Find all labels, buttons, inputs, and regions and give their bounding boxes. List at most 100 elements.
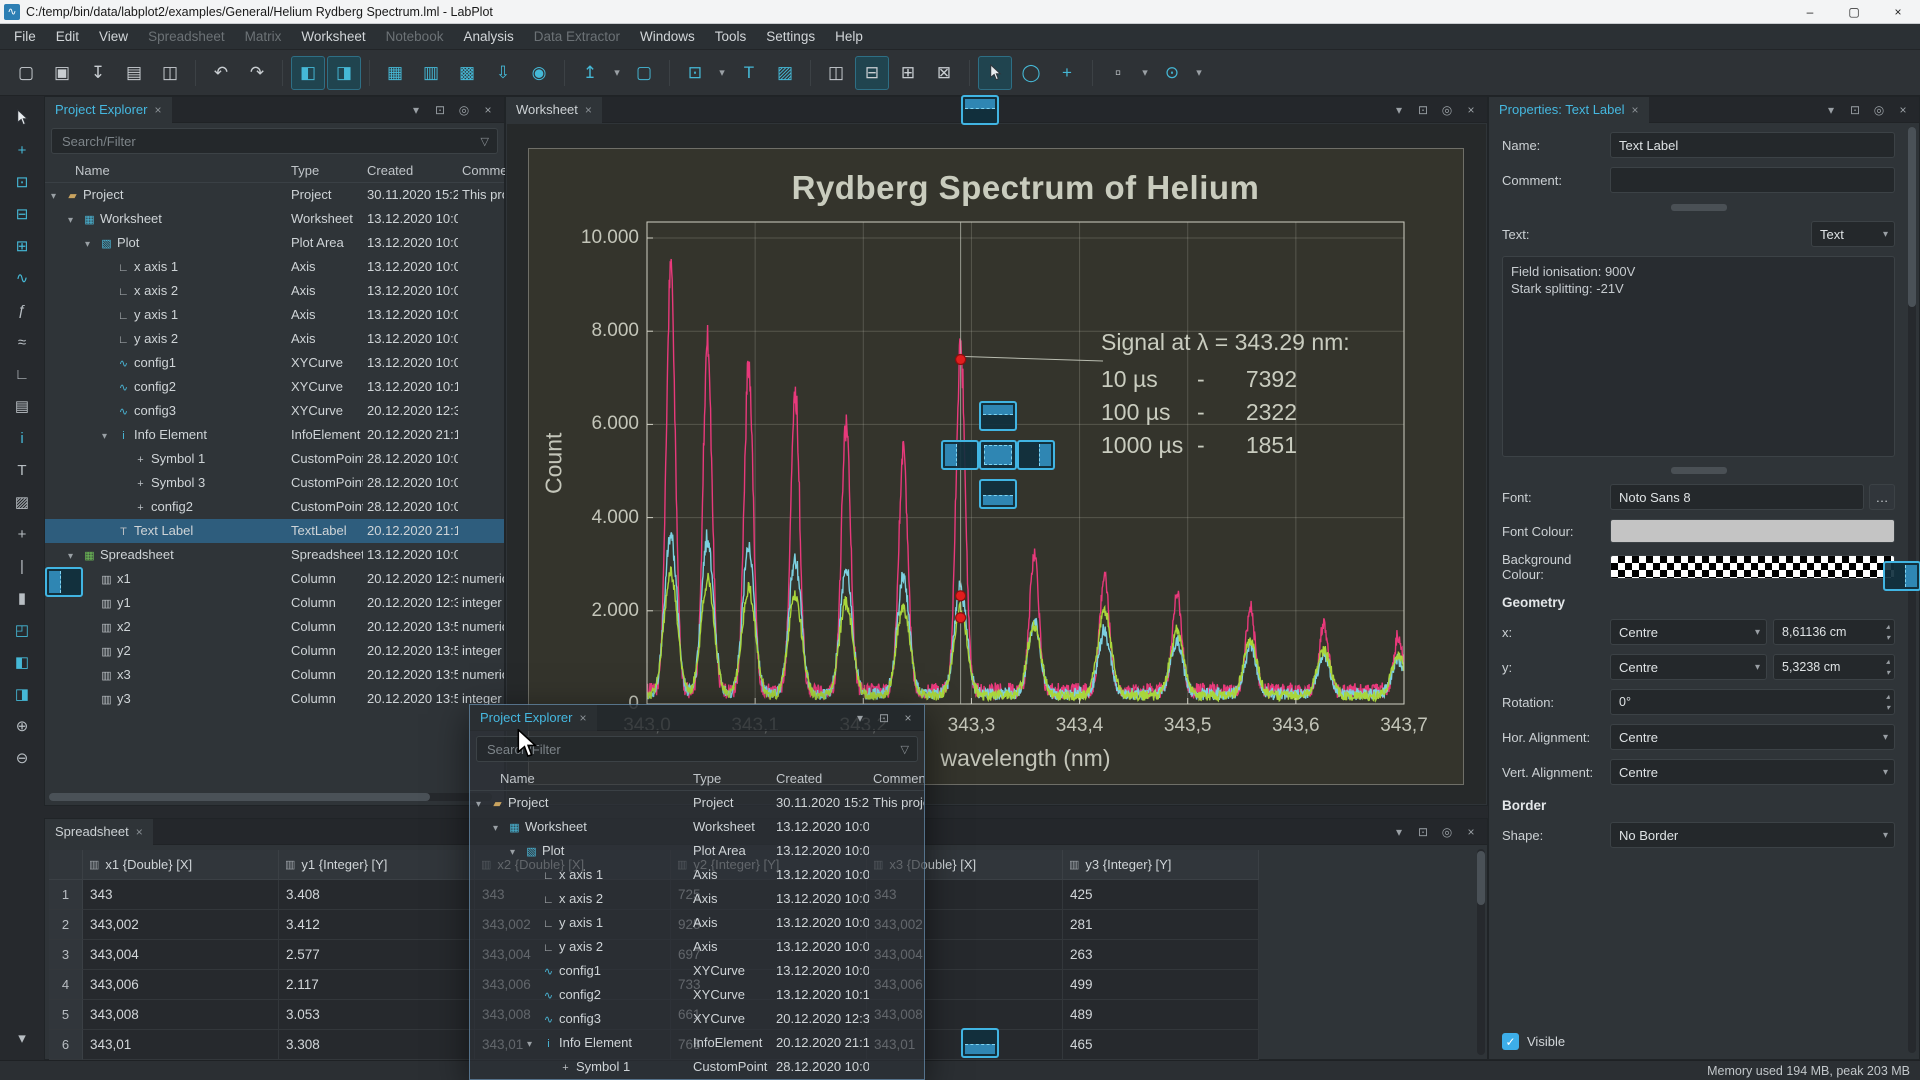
tree-row-x1[interactable]: ▥x1Column20.12.2020 12:39numerical [45, 567, 504, 591]
visible-checkbox[interactable]: ✓ [1502, 1033, 1519, 1050]
float-icon[interactable]: ⊡ [1415, 825, 1431, 839]
expander-open-icon[interactable]: ▾ [493, 817, 506, 839]
float-icon[interactable]: ⊡ [432, 103, 448, 117]
table-cell[interactable]: 499 [1063, 970, 1259, 1000]
table-cell[interactable]: 465 [1063, 1030, 1259, 1060]
navigate-mode[interactable]: ◯ [1014, 56, 1048, 90]
table-cell[interactable]: 343,002 [83, 910, 279, 940]
tree-row-x3[interactable]: ▥x3Column20.12.2020 13:56numerical [45, 663, 504, 687]
add-reference-range-tool[interactable]: ▮ [8, 584, 36, 612]
dock-menu-icon[interactable]: ▾ [1391, 825, 1407, 839]
zoom-x-select-tool[interactable]: ⊟ [8, 200, 36, 228]
filter-icon[interactable]: ▽ [901, 743, 909, 756]
dock-indicator-bottom[interactable] [979, 479, 1017, 509]
dock-menu-icon[interactable]: ▾ [852, 711, 868, 725]
grid-layout[interactable]: ⊞ [891, 56, 925, 90]
dock-close-icon[interactable]: × [1463, 825, 1479, 839]
dock-indicator-outer-top[interactable] [961, 95, 999, 125]
column-header-x1[interactable]: ▥x1 {Double} [X] [83, 850, 279, 880]
horizontal-layout[interactable]: ⊟ [855, 56, 889, 90]
table-cell[interactable]: 343 [83, 880, 279, 910]
rotation-spinbox[interactable]: 0° ▴▾ [1610, 689, 1895, 715]
add-reference-line-tool[interactable]: | [8, 552, 36, 580]
spin-arrows-icon[interactable]: ▴▾ [1886, 621, 1890, 643]
float-icon[interactable]: ⊡ [1415, 103, 1431, 117]
more-tools[interactable]: ▾ [8, 1024, 36, 1052]
tree-row-project[interactable]: ▾▰ProjectProject30.11.2020 15:23This pro… [470, 791, 924, 815]
menu-edit[interactable]: Edit [46, 29, 89, 44]
tree-row-plot[interactable]: ▾▧PlotPlot Area13.12.2020 10:01 [45, 231, 504, 255]
scrollbar-thumb[interactable] [49, 793, 430, 801]
float-icon[interactable]: ⊡ [876, 711, 892, 725]
column-header-type[interactable]: Type [291, 159, 319, 183]
dock-menu-icon[interactable]: ▾ [1391, 103, 1407, 117]
tree-row-y1[interactable]: ▥y1Column20.12.2020 12:39integer da [45, 591, 504, 615]
selection-options[interactable]: ▾ [1137, 56, 1153, 90]
column-header-created[interactable]: Created [776, 767, 822, 791]
tab-properties[interactable]: Properties: Text Label × [1489, 97, 1649, 123]
tree-row-y-axis-2[interactable]: ∟y axis 2Axis13.12.2020 10:01 [45, 327, 504, 351]
dock-indicator-outer-left[interactable] [45, 567, 83, 597]
table-cell[interactable]: 425 [1063, 880, 1259, 910]
tree-row-x-axis-1[interactable]: ∟x axis 1Axis13.12.2020 10:01 [45, 255, 504, 279]
add-text-label-tool[interactable]: T [8, 456, 36, 484]
x-position-select[interactable]: Centre ▾ [1610, 619, 1767, 645]
add-image-tool[interactable]: ▨ [8, 488, 36, 516]
tree-row-y2[interactable]: ▥y2Column20.12.2020 13:55integer da [45, 639, 504, 663]
select-mode[interactable] [978, 56, 1012, 90]
splitter-handle[interactable] [1671, 204, 1727, 211]
tree-row-y-axis-2[interactable]: ∟y axis 2Axis13.12.2020 10:01 [470, 935, 924, 959]
add-custom-point-tool[interactable]: + [8, 520, 36, 548]
minimize-button[interactable]: – [1788, 0, 1832, 23]
spin-arrows-icon[interactable]: ▴▾ [1886, 656, 1890, 678]
tree-row-config3[interactable]: ∿config3XYCurve20.12.2020 12:39 [45, 399, 504, 423]
dock-indicator-outer-right[interactable] [1883, 561, 1920, 591]
dock-indicator-right[interactable] [1017, 440, 1055, 470]
splitter-handle[interactable] [1671, 467, 1727, 474]
pin-icon[interactable]: ◎ [1439, 103, 1455, 117]
data-extractor[interactable]: ◉ [522, 56, 556, 90]
y-value-spinbox[interactable]: 5,3238 cm ▴▾ [1773, 654, 1895, 680]
open-project[interactable]: ▣ [45, 56, 79, 90]
table-cell[interactable]: 343,01 [83, 1030, 279, 1060]
table-cell[interactable]: 281 [1063, 910, 1259, 940]
table-cell[interactable]: 343,004 [83, 940, 279, 970]
dock-indicator-left[interactable] [941, 440, 979, 470]
dock-menu-icon[interactable]: ▾ [408, 103, 424, 117]
tree-row-config3[interactable]: ∿config3XYCurve20.12.2020 12:39 [470, 1007, 924, 1031]
pin-icon[interactable]: ◎ [456, 103, 472, 117]
tree-row-x-axis-1[interactable]: ∟x axis 1Axis13.12.2020 10:01 [470, 863, 924, 887]
toggle-properties-explorer[interactable]: ◨ [327, 56, 361, 90]
table-cell[interactable]: 263 [1063, 940, 1259, 970]
crosshair-tool[interactable]: + [8, 136, 36, 164]
zoom-options[interactable]: ▾ [714, 56, 730, 90]
new-spreadsheet[interactable]: ▥ [414, 56, 448, 90]
close-button[interactable]: × [1876, 0, 1920, 23]
zoom-in-tool[interactable]: ⊕ [8, 712, 36, 740]
redo[interactable]: ↷ [240, 56, 274, 90]
select-tool[interactable] [8, 104, 36, 132]
add-legend-tool[interactable]: ▤ [8, 392, 36, 420]
menu-worksheet[interactable]: Worksheet [291, 29, 375, 44]
tree-row-symbol-1[interactable]: +Symbol 1CustomPoint28.12.2020 10:06 [45, 447, 504, 471]
pin-icon[interactable]: ◎ [1871, 103, 1887, 117]
save-project[interactable]: ↧ [81, 56, 115, 90]
tree-row-project[interactable]: ▾▰ProjectProject30.11.2020 15:23This pro… [45, 183, 504, 207]
floating-project-explorer[interactable]: Project Explorer × ▾ ⊡ × ▽ NameTypeCreat… [469, 704, 925, 1080]
add-axis-tool[interactable]: ∟ [8, 360, 36, 388]
expander-open-icon[interactable]: ▾ [85, 233, 98, 255]
tree-row-x-axis-2[interactable]: ∟x axis 2Axis13.12.2020 10:01 [45, 279, 504, 303]
table-cell[interactable]: 2.577 [279, 940, 475, 970]
table-cell[interactable]: 3.308 [279, 1030, 475, 1060]
selection-tool[interactable]: ▫ [1101, 56, 1135, 90]
tree-row-config1[interactable]: ∿config1XYCurve13.12.2020 10:09 [45, 351, 504, 375]
name-field[interactable] [1610, 132, 1895, 158]
new-matrix[interactable]: ▩ [450, 56, 484, 90]
tree-row-info-element[interactable]: ▾iInfo ElementInfoElement20.12.2020 21:1… [470, 1031, 924, 1055]
tab-close-icon[interactable]: × [154, 103, 161, 117]
vert-alignment-select[interactable]: Centre ▾ [1610, 759, 1895, 785]
hor-alignment-select[interactable]: Centre ▾ [1610, 724, 1895, 750]
menu-analysis[interactable]: Analysis [453, 29, 523, 44]
tree-row-spreadsheet[interactable]: ▾▦SpreadsheetSpreadsheet13.12.2020 10:08 [45, 543, 504, 567]
add-info-element-tool[interactable]: i [8, 424, 36, 452]
